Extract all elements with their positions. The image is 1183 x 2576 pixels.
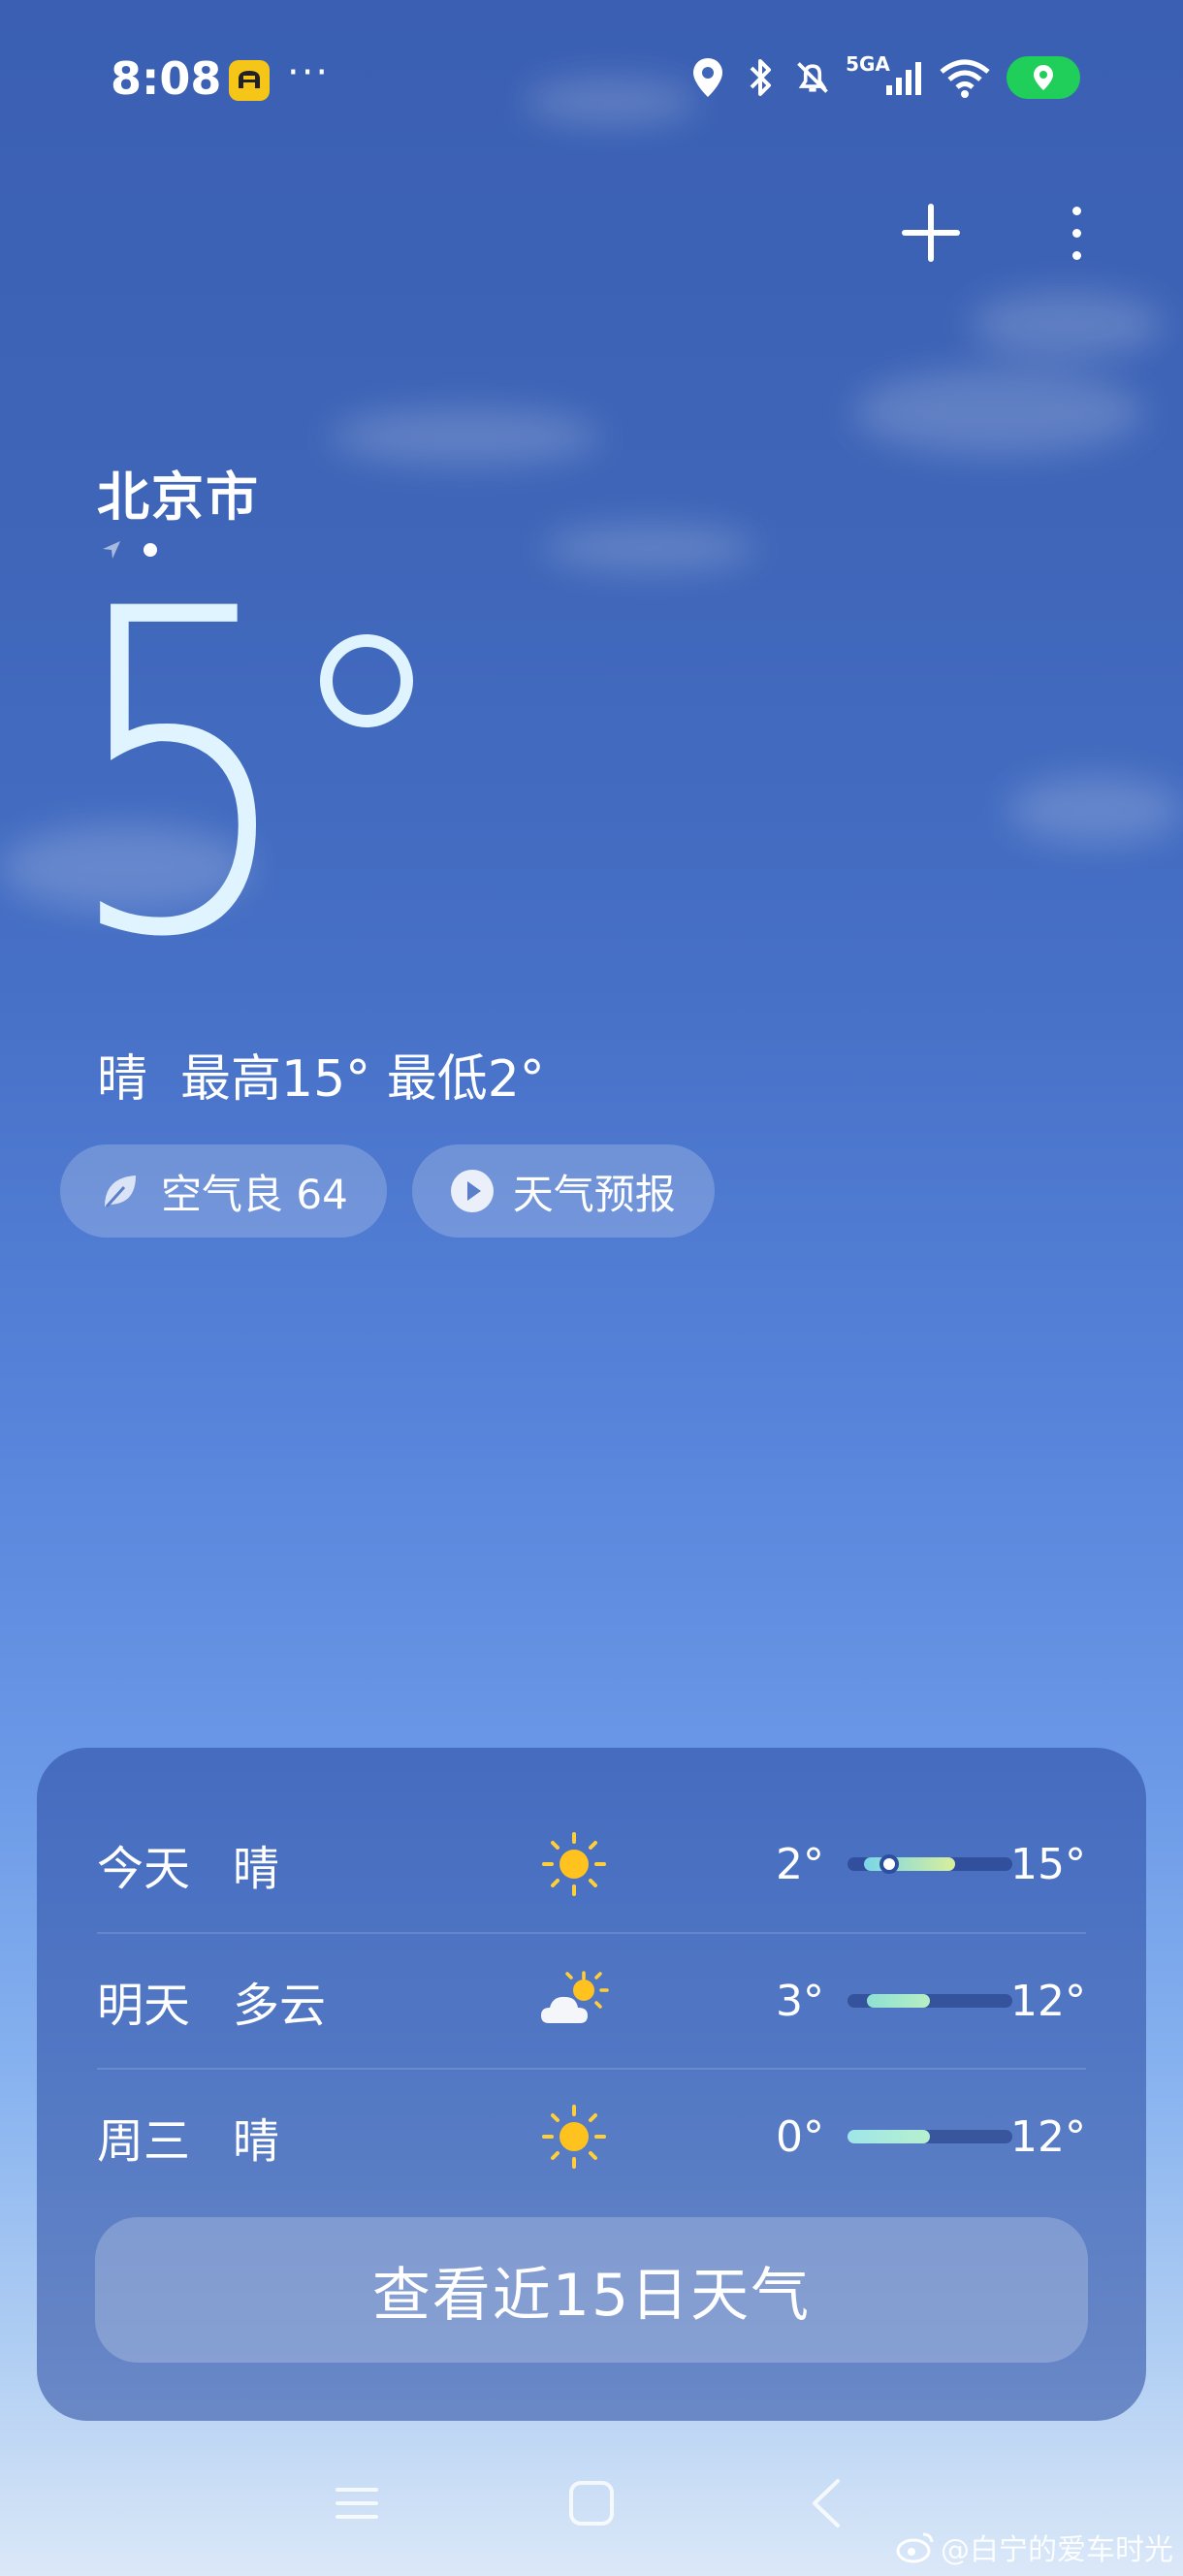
location-icon <box>688 54 727 101</box>
current-temperature-marker <box>879 1854 899 1874</box>
sun-icon <box>537 2100 611 2174</box>
weibo-logo-icon <box>896 2532 934 2563</box>
forecast-high: 15° <box>1010 1839 1086 1889</box>
status-time: 8:08 <box>111 52 222 105</box>
signal-icon: 5GA <box>846 52 923 101</box>
forecast-condition: 多云 <box>233 1979 327 2033</box>
mute-icon <box>793 54 832 101</box>
watermark: @白宁的爱车时光 <box>896 2526 1173 2568</box>
play-icon <box>449 1168 496 1214</box>
add-city-button[interactable] <box>892 194 970 272</box>
forecast-high: 12° <box>1010 2111 1086 2162</box>
forecast-card: 今天 晴 2° 15° 明天 多云 3° 12° 周三 晴 0° 12° 查看近… <box>37 1748 1146 2421</box>
forecast-low: 2° <box>776 1839 824 1889</box>
wifi-icon <box>937 54 993 101</box>
temperature-range-bar <box>847 1994 1012 2008</box>
back-chevron-icon <box>813 2479 840 2528</box>
leaf-icon <box>97 1168 144 1214</box>
weather-forecast-video-chip[interactable]: 天气预报 <box>411 1144 715 1238</box>
back-button[interactable] <box>787 2469 865 2537</box>
current-temperature: 5 <box>64 516 297 1035</box>
forecast-day: 今天 <box>97 1842 191 1896</box>
forecast-low: 3° <box>776 1976 824 2026</box>
more-notifications-indicator: ··· <box>287 50 331 95</box>
air-quality-label: 空气良 64 <box>161 1170 348 1218</box>
weather-summary: 晴 最高15° 最低2° <box>97 1038 545 1111</box>
forecast-high: 12° <box>1010 1976 1086 2026</box>
degree-symbol-mark <box>320 634 413 727</box>
sun-icon <box>537 1827 611 1901</box>
network-type: 5GA <box>846 52 890 76</box>
more-options-button[interactable] <box>1047 194 1105 272</box>
forecast-row-today[interactable]: 今天 晴 2° 15° <box>97 1796 1086 1932</box>
view-15-day-forecast-button[interactable]: 查看近15日天气 <box>95 2217 1088 2363</box>
app-notification-icon <box>229 60 270 101</box>
forecast-low: 0° <box>776 2111 824 2162</box>
weather-forecast-label: 天气预报 <box>512 1170 676 1218</box>
current-condition: 晴 <box>97 1050 148 1109</box>
air-quality-chip[interactable]: 空气良 64 <box>60 1144 387 1238</box>
forecast-day: 周三 <box>97 2114 191 2169</box>
location-in-use-indicator <box>1007 56 1080 99</box>
forecast-day: 明天 <box>97 1979 191 2033</box>
bluetooth-icon <box>741 54 780 101</box>
menu-icon <box>336 2488 378 2519</box>
partly-cloudy-icon <box>537 1964 611 2038</box>
forecast-row-tomorrow[interactable]: 明天 多云 3° 12° <box>97 1932 1086 2068</box>
temperature-range-bar <box>847 2130 1012 2143</box>
status-bar: 8:08 ··· 5GA <box>0 47 1183 114</box>
home-square-icon <box>569 2481 614 2526</box>
watermark-text: @白宁的爱车时光 <box>941 2533 1173 2567</box>
temperature-range-bar <box>847 1854 1012 1874</box>
forecast-condition: 晴 <box>233 1842 280 1896</box>
high-low-temperature: 最高15° 最低2° <box>180 1050 545 1109</box>
recent-apps-button[interactable] <box>318 2469 396 2537</box>
forecast-condition: 晴 <box>233 2114 280 2169</box>
home-button[interactable] <box>553 2469 630 2537</box>
forecast-row-wednesday[interactable]: 周三 晴 0° 12° <box>97 2068 1086 2204</box>
